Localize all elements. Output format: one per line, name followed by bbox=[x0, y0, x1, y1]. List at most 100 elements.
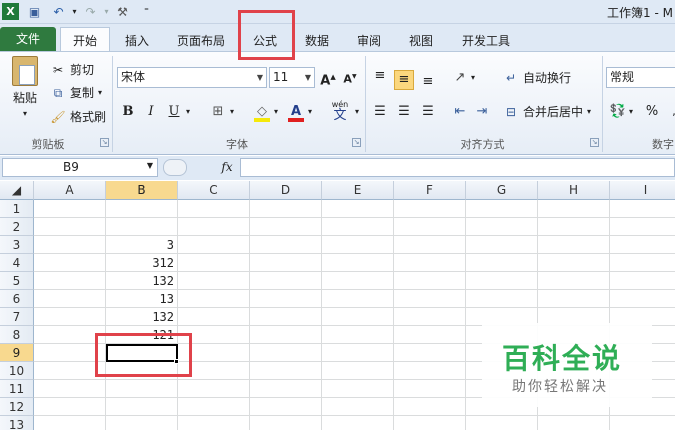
row-header[interactable]: 10 bbox=[0, 362, 34, 380]
row-header[interactable]: 2 bbox=[0, 218, 34, 236]
cell[interactable] bbox=[610, 254, 675, 272]
font-size-select[interactable]: 11 ▼ bbox=[269, 67, 315, 88]
cell[interactable] bbox=[178, 254, 250, 272]
undo-dropdown-icon[interactable]: ▾ bbox=[66, 3, 83, 20]
font-color-button[interactable]: A bbox=[286, 102, 306, 122]
cell[interactable] bbox=[610, 290, 675, 308]
row-header[interactable]: 11 bbox=[0, 380, 34, 398]
cell[interactable] bbox=[106, 416, 178, 430]
cell[interactable] bbox=[610, 200, 675, 218]
cell[interactable]: 3 bbox=[106, 236, 178, 254]
cell[interactable] bbox=[34, 236, 106, 254]
column-header-a[interactable]: A bbox=[34, 181, 106, 200]
column-header-b[interactable]: B bbox=[106, 181, 178, 200]
cell[interactable] bbox=[106, 200, 178, 218]
cell[interactable] bbox=[250, 326, 322, 344]
tab-home[interactable]: 开始 bbox=[60, 27, 110, 53]
cell[interactable] bbox=[250, 236, 322, 254]
cell[interactable] bbox=[178, 290, 250, 308]
column-header-h[interactable]: H bbox=[538, 181, 610, 200]
row-header[interactable]: 9 bbox=[0, 344, 34, 362]
increase-indent-icon[interactable]: ⇥ bbox=[472, 102, 492, 122]
percent-button[interactable]: % bbox=[642, 102, 662, 122]
cell[interactable] bbox=[178, 398, 250, 416]
align-center-icon[interactable]: ☰ bbox=[394, 102, 414, 122]
cell[interactable] bbox=[322, 416, 394, 430]
tab-insert[interactable]: 插入 bbox=[116, 30, 158, 52]
cell[interactable] bbox=[610, 218, 675, 236]
cell[interactable] bbox=[394, 326, 466, 344]
cell[interactable] bbox=[394, 344, 466, 362]
alignment-launcher-icon[interactable]: ↘ bbox=[590, 138, 599, 147]
tools-icon[interactable]: ⚒ bbox=[114, 3, 131, 20]
cell[interactable] bbox=[250, 344, 322, 362]
row-header[interactable]: 8 bbox=[0, 326, 34, 344]
cell[interactable] bbox=[322, 272, 394, 290]
cell[interactable] bbox=[538, 272, 610, 290]
column-header-f[interactable]: F bbox=[394, 181, 466, 200]
font-launcher-icon[interactable]: ↘ bbox=[352, 138, 361, 147]
column-header-g[interactable]: G bbox=[466, 181, 538, 200]
cell[interactable] bbox=[394, 362, 466, 380]
undo-icon[interactable]: ↶ bbox=[50, 3, 67, 20]
cell[interactable] bbox=[610, 272, 675, 290]
cell[interactable] bbox=[394, 254, 466, 272]
cell[interactable]: 132 bbox=[106, 272, 178, 290]
grow-font-button[interactable]: A▲ bbox=[318, 67, 338, 88]
font-name-select[interactable]: 宋体 ▼ bbox=[117, 67, 267, 88]
wrap-text-button[interactable]: ↵ 自动换行 bbox=[503, 68, 571, 88]
cell[interactable] bbox=[322, 236, 394, 254]
clipboard-launcher-icon[interactable]: ↘ bbox=[100, 138, 109, 147]
row-header[interactable]: 1 bbox=[0, 200, 34, 218]
cell[interactable] bbox=[250, 380, 322, 398]
cell[interactable] bbox=[466, 416, 538, 430]
row-header[interactable]: 7 bbox=[0, 308, 34, 326]
cell[interactable] bbox=[250, 218, 322, 236]
cell[interactable] bbox=[250, 272, 322, 290]
cell[interactable] bbox=[250, 398, 322, 416]
cell[interactable] bbox=[394, 272, 466, 290]
insert-function-icon[interactable]: fx bbox=[216, 158, 238, 177]
cell[interactable] bbox=[178, 272, 250, 290]
cell[interactable] bbox=[250, 362, 322, 380]
tab-view[interactable]: 视图 bbox=[402, 30, 440, 52]
paste-button[interactable]: 粘贴 ▾ bbox=[8, 56, 42, 122]
column-header-c[interactable]: C bbox=[178, 181, 250, 200]
cell[interactable] bbox=[538, 236, 610, 254]
underline-dropdown-icon[interactable]: ▾ bbox=[182, 102, 194, 122]
cell[interactable] bbox=[34, 380, 106, 398]
borders-icon[interactable]: ⊞ bbox=[208, 102, 228, 122]
tab-review[interactable]: 审阅 bbox=[350, 30, 388, 52]
phonetic-guide-button[interactable]: wén 文 bbox=[328, 100, 352, 124]
cut-button[interactable]: ✂ 剪切 bbox=[50, 60, 94, 80]
orientation-icon[interactable]: ↗ bbox=[450, 68, 470, 88]
fill-color-button[interactable]: ◇ bbox=[252, 102, 272, 122]
cell[interactable] bbox=[466, 236, 538, 254]
tab-page-layout[interactable]: 页面布局 bbox=[170, 30, 232, 52]
orientation-dropdown-icon[interactable]: ▾ bbox=[468, 68, 478, 88]
align-right-icon[interactable]: ☰ bbox=[418, 102, 438, 122]
cell[interactable] bbox=[322, 362, 394, 380]
customize-toolbar-icon[interactable]: ⁼ bbox=[138, 3, 155, 20]
cell[interactable] bbox=[34, 272, 106, 290]
cell[interactable]: 312 bbox=[106, 254, 178, 272]
number-format-select[interactable]: 常规 bbox=[606, 67, 675, 88]
cell[interactable] bbox=[466, 254, 538, 272]
cell[interactable] bbox=[394, 200, 466, 218]
cell[interactable] bbox=[322, 326, 394, 344]
cell[interactable] bbox=[322, 218, 394, 236]
cell[interactable] bbox=[322, 254, 394, 272]
cell[interactable] bbox=[538, 218, 610, 236]
cell[interactable] bbox=[538, 416, 610, 430]
cell[interactable] bbox=[394, 416, 466, 430]
cell[interactable] bbox=[394, 380, 466, 398]
align-left-icon[interactable]: ☰ bbox=[370, 102, 390, 122]
shrink-font-button[interactable]: A▼ bbox=[340, 67, 360, 87]
cell[interactable] bbox=[466, 272, 538, 290]
cell[interactable] bbox=[538, 200, 610, 218]
cell[interactable] bbox=[466, 218, 538, 236]
cell[interactable] bbox=[394, 398, 466, 416]
cell[interactable] bbox=[322, 200, 394, 218]
redo-icon[interactable]: ↷ bbox=[82, 3, 99, 20]
select-all-corner[interactable]: ◢ bbox=[0, 181, 34, 200]
